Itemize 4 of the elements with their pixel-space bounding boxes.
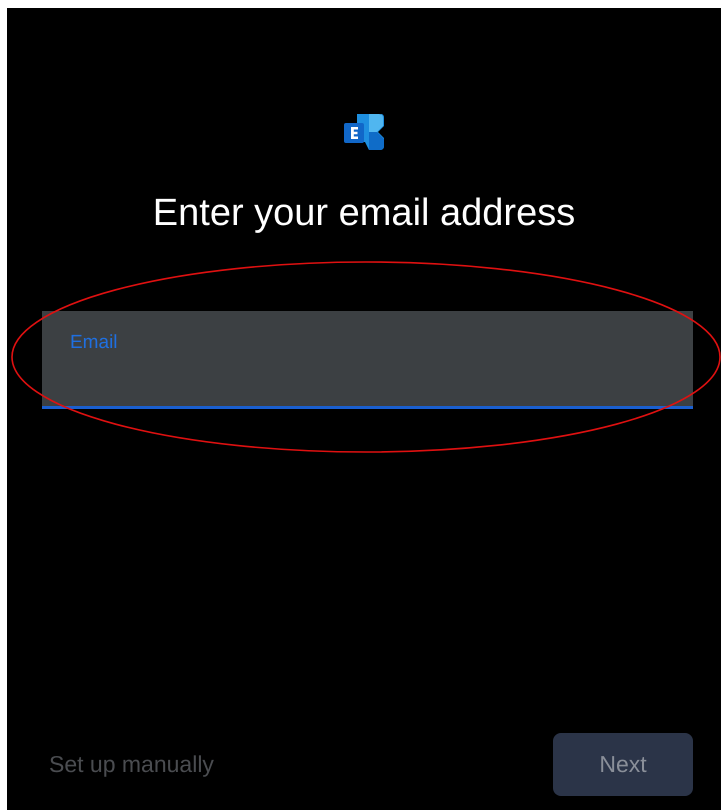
email-label: Email — [70, 332, 118, 353]
page-title: Enter your email address — [152, 194, 576, 232]
email-field[interactable]: Email — [42, 311, 693, 409]
exchange-logo-icon — [343, 112, 385, 152]
